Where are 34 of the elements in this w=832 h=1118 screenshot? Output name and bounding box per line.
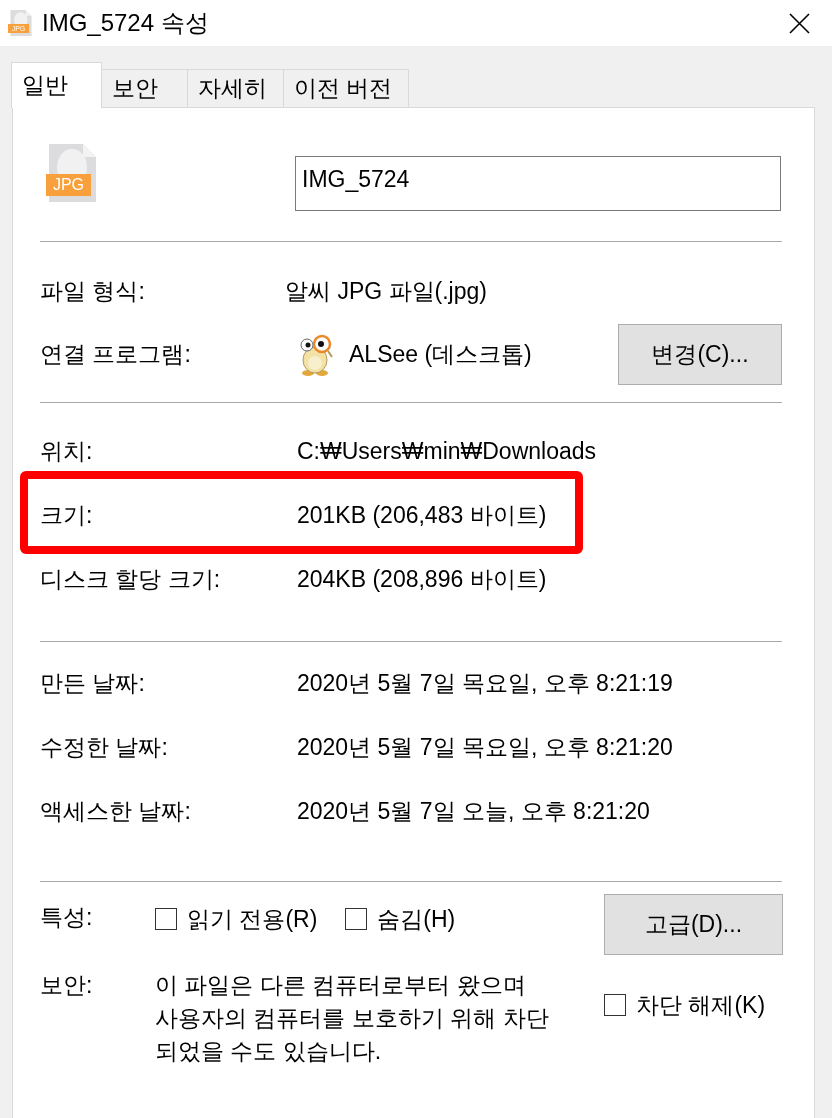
property-value: 2020년 5월 7일 오늘, 오후 8:21:20 xyxy=(297,796,650,826)
checkbox-label[interactable]: 읽기 전용(R) xyxy=(187,906,318,932)
tab[interactable]: 이전 버전 xyxy=(283,69,410,107)
property-label: 연결 프로그램: xyxy=(40,340,192,369)
property-value: C:₩Users₩min₩Downloads xyxy=(297,437,597,465)
property-value: 204KB (208,896 바이트) xyxy=(297,564,547,594)
property-label: 특성: xyxy=(40,904,94,930)
property-label: 보안: xyxy=(40,971,94,1000)
property-value: 2020년 5월 7일 목요일, 오후 8:21:19 xyxy=(297,668,673,698)
property-label: 파일 형식: xyxy=(40,277,146,306)
property-label: 수정한 날짜: xyxy=(40,732,169,762)
change-button[interactable]: 변경(C)... xyxy=(618,324,782,385)
property-label: 위치: xyxy=(40,436,94,466)
checkbox[interactable] xyxy=(155,908,177,930)
property-label: 액세스한 날짜: xyxy=(40,796,192,826)
property-value: 2020년 5월 7일 목요일, 오후 8:21:20 xyxy=(297,732,673,762)
property-label: 크기: xyxy=(40,500,94,530)
property-label: 만든 날짜: xyxy=(40,668,146,698)
checkbox-label[interactable]: 차단 해제(K) xyxy=(636,992,766,1018)
window-title: IMG_5724 속성 xyxy=(42,8,210,38)
file-type-badge: JPG xyxy=(46,174,91,196)
property-value: 201KB (206,483 바이트) xyxy=(297,500,547,530)
cartoon-character-icon xyxy=(298,333,334,376)
property-value: ALSee (데스크톱) xyxy=(349,340,533,369)
advanced-button[interactable]: 고급(D)... xyxy=(604,894,783,955)
tab[interactable]: 일반 xyxy=(11,62,102,108)
close-icon[interactable] xyxy=(789,12,810,34)
checkbox[interactable] xyxy=(345,908,368,930)
property-label: 디스크 할당 크기: xyxy=(40,564,222,594)
property-value: 알씨 JPG 파일(.jpg) xyxy=(285,277,487,306)
checkbox[interactable] xyxy=(604,994,626,1016)
security-warning-text: 이 파일은 다른 컴퓨터로부터 왔으며 사용자의 컴퓨터를 보호하기 위해 차단 되었을 수도 있습니다. xyxy=(155,971,550,1066)
checkbox-label[interactable]: 숨김(H) xyxy=(377,906,456,932)
file-name-field[interactable]: IMG_5724 xyxy=(295,156,781,211)
